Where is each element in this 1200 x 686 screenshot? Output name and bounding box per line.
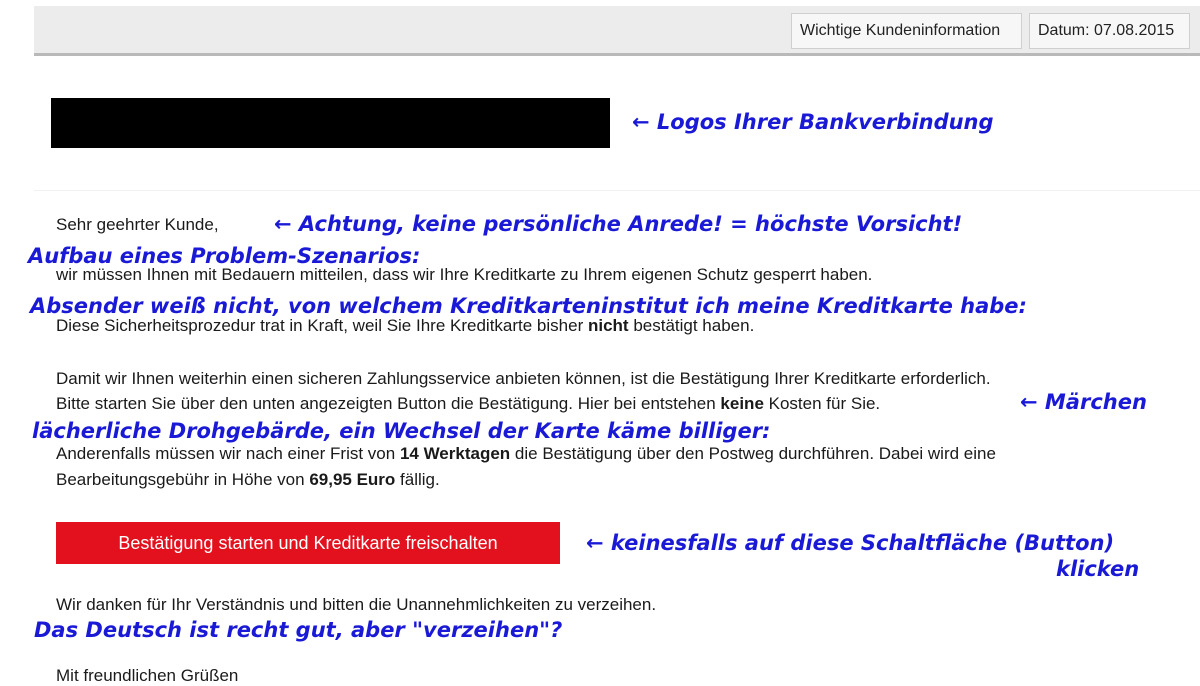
- text-sicherheitsprozedur: Diese Sicherheitsprozedur trat in Kraft,…: [56, 316, 755, 335]
- divider: [34, 190, 1200, 191]
- text-dank: Wir danken für Ihr Verständnis und bitte…: [56, 595, 657, 614]
- annotation-deutsch: Das Deutsch ist recht gut, aber "verzeih…: [34, 618, 563, 642]
- annotation-drohung: lächerliche Drohgebärde, ein Wechsel der…: [32, 419, 771, 443]
- annotation-logos: ← Logos Ihrer Bankverbindung: [632, 110, 994, 134]
- annotation-absender: Absender weiß nicht, von welchem Kreditk…: [30, 294, 1027, 318]
- text-button-hinweis: Bitte starten Sie über den unten angezei…: [56, 394, 881, 413]
- annotation-maerchen: ← Märchen: [1020, 390, 1147, 414]
- redacted-bank-logo: [51, 98, 610, 148]
- text-gebuehr: Bearbeitungsgebühr in Höhe von 69,95 Eur…: [56, 470, 440, 489]
- closing-text: Mit freundlichen Grüßen: [56, 666, 239, 685]
- annotation-button: ← keinesfalls auf diese Schaltfläche (Bu…: [586, 531, 1115, 555]
- confirm-card-button[interactable]: Bestätigung starten und Kreditkarte frei…: [56, 522, 560, 564]
- date-label: Datum: 07.08.2015: [1029, 13, 1190, 49]
- text-zahlungsservice: Damit wir Ihnen weiterhin einen sicheren…: [56, 369, 991, 388]
- header-bar: Wichtige Kundeninformation Datum: 07.08.…: [34, 6, 1200, 56]
- annotation-anrede: ← Achtung, keine persönliche Anrede! = h…: [274, 212, 963, 236]
- greeting: Sehr geehrter Kunde,: [56, 215, 219, 234]
- customer-info-label: Wichtige Kundeninformation: [791, 13, 1022, 49]
- text-frist: Anderenfalls müssen wir nach einer Frist…: [56, 444, 996, 463]
- text-gesperrt: wir müssen Ihnen mit Bedauern mitteilen,…: [56, 265, 873, 284]
- annotation-klicken: klicken: [1056, 557, 1140, 581]
